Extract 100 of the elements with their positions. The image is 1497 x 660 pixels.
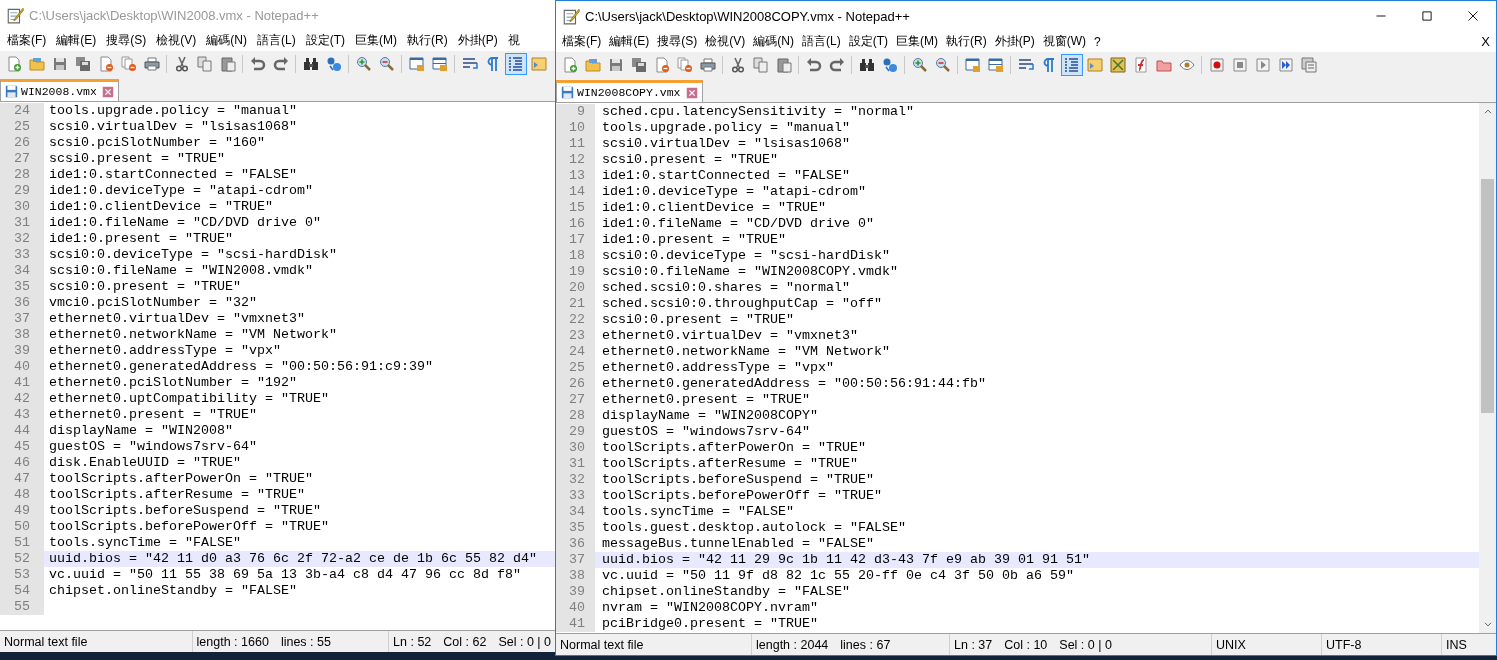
printer-icon bbox=[143, 56, 160, 72]
line-number: 19 bbox=[556, 264, 595, 280]
line-number: 55 bbox=[0, 599, 44, 615]
copy-icon bbox=[196, 56, 213, 72]
status-text: Col : 10 bbox=[1004, 637, 1048, 652]
copy-icon bbox=[752, 57, 769, 73]
notepad-icon bbox=[6, 6, 24, 24]
line-number: 42 bbox=[0, 391, 44, 407]
paste-icon bbox=[775, 57, 792, 73]
code-line: guestOS = "windows7srv-64" bbox=[48, 439, 258, 455]
code-line: tools.upgrade.policy = "manual" bbox=[601, 120, 851, 136]
code-line: chipset.onlineStandby = "FALSE" bbox=[48, 583, 298, 599]
line-number: 36 bbox=[0, 295, 44, 311]
window-title: C:\Users\jack\Desktop\WIN2008.vmx - Notepad++ bbox=[29, 7, 319, 23]
status-text: UTF-8 bbox=[1326, 637, 1362, 652]
line-number: 27 bbox=[556, 392, 595, 408]
code-line: scsi0.present = "TRUE" bbox=[601, 152, 779, 168]
line-number: 32 bbox=[556, 472, 595, 488]
line-number: 10 bbox=[556, 120, 595, 136]
eye-icon bbox=[1178, 57, 1195, 73]
vertical-scrollbar[interactable] bbox=[1479, 103, 1496, 633]
line-number: 35 bbox=[556, 520, 595, 536]
file-tab[interactable]: WIN2008COPY.vmx bbox=[556, 80, 703, 102]
menu-item[interactable]: 外掛(P) bbox=[990, 33, 1039, 50]
code-line: ide1:0.present = "TRUE" bbox=[48, 231, 234, 247]
code-line: toolScripts.beforePowerOff = "TRUE" bbox=[48, 519, 330, 535]
line-number: 28 bbox=[556, 408, 595, 424]
line-number: 41 bbox=[0, 375, 44, 391]
window-title: C:\Users\jack\Desktop\WIN2008COPY.vmx - Notepad++ bbox=[585, 8, 910, 24]
line-number: 38 bbox=[0, 327, 44, 343]
line-number: 36 bbox=[556, 536, 595, 552]
code-line: ide1:0.clientDevice = "TRUE" bbox=[48, 199, 274, 215]
panel-icon bbox=[1086, 57, 1103, 73]
line-number: 48 bbox=[0, 487, 44, 503]
code-line: scsi0:0.deviceType = "scsi-hardDisk" bbox=[601, 248, 891, 264]
folder-icon bbox=[1155, 57, 1172, 73]
code-line: toolScripts.beforePowerOff = "TRUE" bbox=[601, 488, 883, 504]
menu-item[interactable]: ? bbox=[1090, 34, 1105, 49]
page-minus-icon bbox=[653, 57, 670, 73]
zoom-out-icon bbox=[378, 56, 395, 72]
line-number: 9 bbox=[556, 104, 595, 120]
menu-item[interactable]: 語言(L) bbox=[798, 33, 845, 50]
new-file-icon bbox=[561, 57, 578, 73]
code-line: ethernet0.virtualDev = "vmxnet3" bbox=[601, 328, 859, 344]
line-number: 33 bbox=[0, 247, 44, 263]
line-number: 15 bbox=[556, 200, 595, 216]
code-line: vmci0.pciSlotNumber = "32" bbox=[48, 295, 258, 311]
close-icon bbox=[1467, 10, 1479, 22]
line-number: 21 bbox=[556, 296, 595, 312]
menu-item[interactable]: 設定(T) bbox=[844, 33, 892, 50]
menu-item[interactable]: 檢視(V) bbox=[701, 33, 750, 50]
line-number: 49 bbox=[0, 503, 44, 519]
code-line: scsi0.present = "TRUE" bbox=[48, 151, 226, 167]
code-line: sched.scsi0:0.shares = "normal" bbox=[601, 280, 851, 296]
line-number: 31 bbox=[0, 215, 44, 231]
tab-close-button[interactable] bbox=[685, 86, 698, 99]
pages-minus-icon bbox=[120, 56, 137, 72]
menu-item[interactable]: 編輯(E) bbox=[605, 33, 654, 50]
menu-item[interactable]: 巨集(M) bbox=[892, 33, 942, 50]
code-line: displayName = "WIN2008" bbox=[48, 423, 234, 439]
menu-item[interactable]: 視窗(W) bbox=[1038, 33, 1090, 50]
close-icon bbox=[101, 85, 114, 98]
code-line: toolScripts.afterPowerOn = "TRUE" bbox=[48, 471, 314, 487]
printer-icon bbox=[699, 57, 716, 73]
new-file-icon bbox=[5, 56, 22, 72]
code-line: ethernet0.addressType = "vpx" bbox=[48, 343, 282, 359]
code-line: ethernet0.generatedAddress = "00:50:56:91:c9:39" bbox=[48, 359, 434, 375]
code-line: nvram = "WIN2008COPY.nvram" bbox=[601, 600, 819, 616]
tab-close-button[interactable] bbox=[101, 85, 114, 98]
line-number: 34 bbox=[556, 504, 595, 520]
line-number: 45 bbox=[0, 439, 44, 455]
menu-item[interactable]: 搜尋(S) bbox=[653, 33, 702, 50]
scrollbar-thumb[interactable] bbox=[1481, 179, 1494, 413]
code-line: ide1:0.deviceType = "atapi-cdrom" bbox=[48, 183, 314, 199]
code-line: ethernet0.generatedAddress = "00:50:56:91:44:fb" bbox=[601, 376, 987, 392]
line-number: 40 bbox=[0, 359, 44, 375]
code-line: ide1:0.present = "TRUE" bbox=[601, 232, 787, 248]
scissors-icon bbox=[729, 57, 746, 73]
list-icon bbox=[1300, 57, 1317, 73]
zoom-in-icon bbox=[355, 56, 372, 72]
menu-item[interactable]: 執行(R) bbox=[942, 33, 991, 50]
line-number: 54 bbox=[0, 583, 44, 599]
line-number: 28 bbox=[0, 167, 44, 183]
code-line: vc.uuid = "50 11 9f d8 82 1c 55 20-ff 0e c4 3f 50 0b a6 59" bbox=[601, 568, 1075, 584]
code-line: tools.guest.desktop.autolock = "FALSE" bbox=[601, 520, 907, 536]
line-number: 26 bbox=[0, 135, 44, 151]
line-number: 51 bbox=[0, 535, 44, 551]
menu-item[interactable]: 編碼(N) bbox=[749, 33, 798, 50]
line-number: 29 bbox=[556, 424, 595, 440]
code-line: ide1:0.startConnected = "FALSE" bbox=[601, 168, 851, 184]
binoculars-icon bbox=[302, 56, 319, 72]
code-line: disk.EnableUUID = "TRUE" bbox=[48, 455, 242, 471]
line-number: 14 bbox=[556, 184, 595, 200]
line-number: 27 bbox=[0, 151, 44, 167]
line-number: 38 bbox=[556, 568, 595, 584]
line-number: 20 bbox=[556, 280, 595, 296]
close-document-button[interactable]: X bbox=[1481, 34, 1490, 49]
pages-minus-icon bbox=[676, 57, 693, 73]
line-number: 22 bbox=[556, 312, 595, 328]
menu-item[interactable]: 檔案(F) bbox=[558, 33, 606, 50]
